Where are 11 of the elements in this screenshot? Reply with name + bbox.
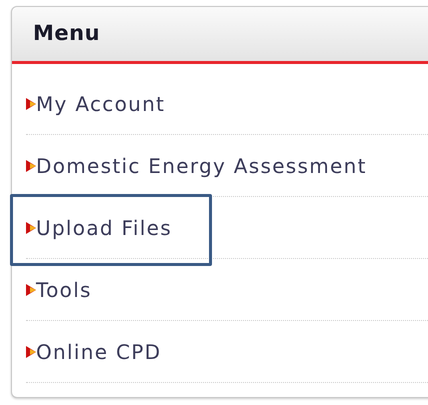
- menu-link[interactable]: Online CPD: [26, 336, 162, 366]
- arrow-icon: [26, 160, 36, 172]
- menu-link[interactable]: Domestic Energy Assessment: [26, 150, 367, 180]
- arrow-icon: [26, 346, 36, 358]
- menu-link[interactable]: Tools: [26, 274, 92, 304]
- arrow-icon: [26, 284, 36, 296]
- menu-link[interactable]: Upload Files: [26, 212, 172, 242]
- menu-link[interactable]: My Account: [26, 88, 166, 118]
- menu-title: Menu: [33, 20, 100, 48]
- arrow-icon: [26, 98, 36, 110]
- arrow-icon: [26, 222, 36, 234]
